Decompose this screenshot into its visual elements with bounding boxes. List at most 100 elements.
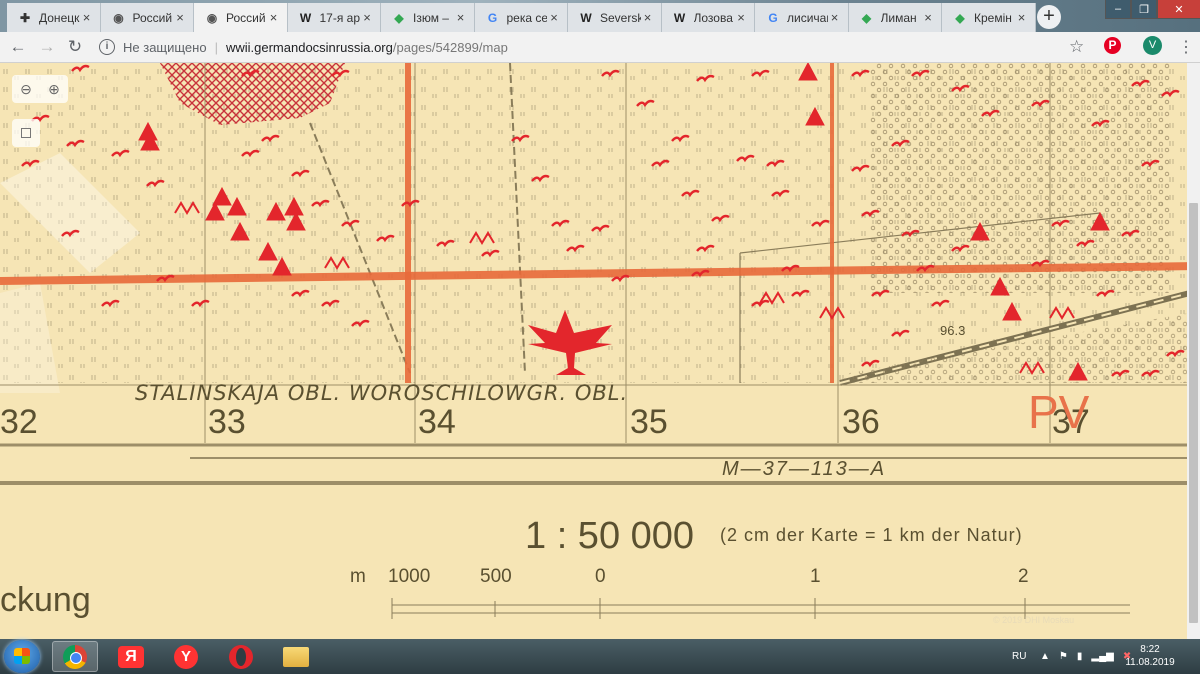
zoom-controls: ⊖ ⊕: [12, 75, 68, 103]
grid-number: 34: [418, 403, 456, 441]
tab-strip: ✚ Донецк × ◉ Россий × ◉ Россий × W 17-я ар × ◆ Ізюм –…: [0, 0, 1200, 32]
globe-icon: ◉: [113, 10, 124, 25]
security-label: Не защищено: [123, 39, 207, 55]
flag-icon[interactable]: ⚑: [1059, 651, 1068, 662]
system-clock[interactable]: 8:22 11.08.2019: [1120, 643, 1180, 669]
maximize-button[interactable]: ❐: [1131, 0, 1157, 19]
chrome-icon[interactable]: [52, 641, 98, 672]
tab-11[interactable]: ◆ Кремін ×: [942, 3, 1036, 32]
elevation-label: 96.3: [940, 323, 966, 338]
wikipedia-icon: W: [299, 10, 312, 25]
wikipedia-icon: W: [580, 10, 592, 25]
globe-icon: ◉: [206, 10, 218, 25]
tab-8[interactable]: W Лозова ×: [661, 3, 755, 32]
browser-toolbar: ← → ↻ i Не защищено | wwii.germandocsinr…: [0, 32, 1200, 63]
legend-partial: ckung: [0, 581, 91, 619]
tab-close-icon[interactable]: ×: [921, 10, 935, 25]
google-icon: G: [768, 10, 778, 25]
tab-close-icon[interactable]: ×: [80, 10, 94, 25]
scale-tick-label: 1000: [388, 566, 431, 587]
yandex-icon[interactable]: Y: [163, 641, 209, 672]
grid-number: 33: [208, 403, 246, 441]
vertical-scrollbar[interactable]: [1187, 63, 1200, 639]
windows-taskbar: ЯY RU ▲ ⚑ ▮ ▂▄▆ ✖ 8:22 11.08.2019: [0, 639, 1200, 674]
tab-close-icon[interactable]: ×: [828, 10, 842, 25]
network-icon[interactable]: ▮: [1077, 651, 1083, 662]
map-viewer[interactable]: STALINSKAJA OBL. WOROSCHILOWGR. OBL. 32 3…: [0, 63, 1200, 639]
folder-icon[interactable]: [273, 641, 319, 672]
scale-tick-label: 2: [1018, 566, 1029, 587]
forward-icon[interactable]: →: [36, 36, 58, 58]
tab-title: Seversk: [600, 10, 641, 25]
tab-close-icon[interactable]: ×: [1015, 10, 1029, 25]
scale-ratio: 1 : 50 000: [525, 515, 695, 557]
bookmark-star-icon[interactable]: ☆: [1069, 37, 1084, 57]
tab-10[interactable]: ◆ Лиман ×: [848, 3, 942, 32]
opera-icon[interactable]: [218, 641, 264, 672]
pinterest-extension-icon[interactable]: P: [1104, 37, 1121, 54]
scale-note: (2 cm der Karte = 1 km der Natur): [720, 525, 1023, 545]
box-select-button[interactable]: [12, 119, 40, 147]
windows-logo-icon: [14, 648, 30, 664]
language-indicator[interactable]: RU: [1012, 639, 1026, 674]
grid-number: 36: [842, 403, 880, 441]
scale-tick-label: m: [350, 566, 366, 587]
tab-7[interactable]: W Seversk ×: [568, 3, 662, 32]
info-icon[interactable]: i: [99, 39, 115, 55]
sheet-code: M—37—113—A: [722, 458, 887, 480]
tab-title: 17-я ар: [319, 10, 361, 25]
scrollbar-thumb[interactable]: [1189, 203, 1198, 623]
tab-title: лисичан: [787, 10, 828, 25]
tab-close-icon[interactable]: ×: [547, 10, 561, 25]
tab-close-icon[interactable]: ×: [454, 10, 468, 25]
address-bar[interactable]: i Не защищено | wwii.germandocsinrussia.…: [95, 35, 1095, 59]
square-icon: [21, 128, 31, 138]
yandex-browser-icon[interactable]: Я: [108, 641, 154, 672]
window-controls: – ❐ ✕: [1105, 0, 1200, 20]
zoom-in-button[interactable]: ⊕: [40, 75, 68, 103]
show-hidden-icons[interactable]: ▲: [1040, 651, 1050, 662]
back-icon[interactable]: ←: [7, 36, 29, 58]
cross-icon: ✚: [19, 10, 31, 25]
url-path: /pages/542899/map: [392, 39, 508, 55]
tab-close-icon[interactable]: ×: [267, 10, 281, 25]
pv-label: PV: [1028, 386, 1090, 438]
tab-close-icon[interactable]: ×: [641, 10, 655, 25]
address-separator: |: [214, 39, 218, 55]
tab-5[interactable]: ◆ Ізюм – ×: [381, 3, 475, 32]
zoom-out-button[interactable]: ⊖: [12, 75, 40, 103]
tab-4[interactable]: W 17-я ар ×: [287, 3, 381, 32]
url-host: wwii.germandocsinrussia.org: [225, 39, 393, 55]
signal-icon[interactable]: ▂▄▆: [1091, 651, 1113, 662]
tab-title: Лозова: [693, 10, 733, 25]
tab-2[interactable]: ◉ Россий ×: [100, 3, 194, 32]
tab-close-icon[interactable]: ×: [360, 10, 374, 25]
tab-close-icon[interactable]: ×: [173, 10, 187, 25]
scale-tick-label: 1: [810, 566, 821, 587]
google-icon: G: [487, 10, 498, 25]
copyright-notice: © 2019 DHI Moskau: [993, 615, 1075, 625]
tab-title: река се: [506, 10, 548, 25]
clock-time: 8:22: [1140, 644, 1160, 655]
tab-1[interactable]: ✚ Донецк ×: [7, 3, 101, 32]
clock-date: 11.08.2019: [1125, 657, 1175, 668]
new-tab-button[interactable]: +: [1037, 5, 1061, 29]
tab-title: Ізюм –: [413, 10, 449, 25]
tray-icons: ▲ ⚑ ▮ ▂▄▆ ✖: [1040, 639, 1131, 674]
start-button[interactable]: [4, 640, 40, 673]
wikipedia-icon: W: [673, 10, 686, 25]
tab-title: Россий: [226, 10, 266, 25]
maps-icon: ◆: [394, 10, 404, 25]
close-window-button[interactable]: ✕: [1157, 0, 1200, 19]
tab-close-icon[interactable]: ×: [734, 10, 748, 25]
menu-icon[interactable]: ⋮: [1178, 37, 1194, 57]
maps-icon: ◆: [955, 10, 965, 25]
tab-title: Лиман: [880, 10, 917, 25]
profile-avatar[interactable]: V: [1143, 36, 1162, 55]
tab-3[interactable]: ◉ Россий ×: [194, 3, 288, 32]
tab-9[interactable]: Gлисичан×: [755, 3, 849, 32]
tab-6[interactable]: Gрека се ×: [474, 3, 568, 32]
minimize-button[interactable]: –: [1105, 0, 1131, 19]
scale-tick-label: 500: [480, 566, 512, 587]
reload-icon[interactable]: ↻: [64, 36, 86, 58]
